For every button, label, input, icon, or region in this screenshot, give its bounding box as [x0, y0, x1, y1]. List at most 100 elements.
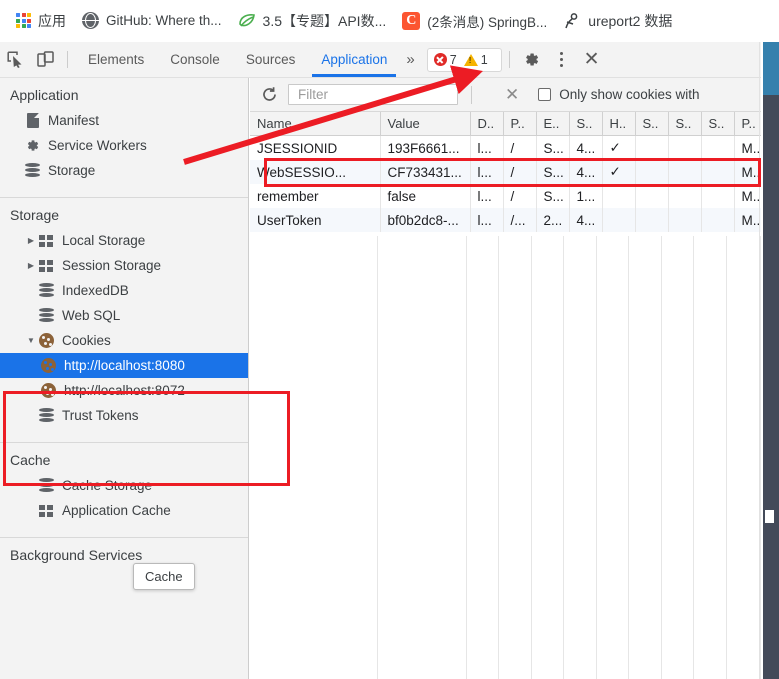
scrollbar-thumb[interactable]: [765, 510, 774, 523]
sidebar-item-label: Local Storage: [62, 233, 146, 248]
cell-httponly[interactable]: ✓: [602, 135, 636, 160]
column-header-httponly[interactable]: H..: [602, 112, 636, 136]
cell-secure[interactable]: [635, 208, 669, 232]
sidebar-item-service-workers[interactable]: Service Workers: [0, 133, 248, 158]
cookie-icon: [40, 357, 57, 374]
cell-name[interactable]: JSESSIONID: [250, 135, 381, 160]
cell-value[interactable]: 193F6661...: [380, 135, 471, 160]
table-row[interactable]: JSESSIONID 193F6661... l... / S... 4... …: [250, 135, 761, 160]
inspect-cursor-icon[interactable]: [0, 46, 30, 74]
warning-count: 1: [480, 52, 488, 67]
sidebar-item-manifest[interactable]: Manifest: [0, 108, 248, 133]
cell-name[interactable]: UserToken: [250, 208, 381, 232]
tab-sources[interactable]: Sources: [233, 42, 309, 77]
cell-expires[interactable]: S...: [536, 135, 570, 160]
twisty-icon[interactable]: ▼: [24, 336, 38, 345]
cell-expires[interactable]: 2...: [536, 208, 570, 232]
cell-path[interactable]: /...: [503, 208, 537, 232]
apps-grid-icon: [16, 13, 31, 28]
annotation-box-cookie-origins: [3, 391, 290, 486]
cell-samesite[interactable]: [668, 184, 702, 208]
cell-priority[interactable]: M..: [734, 184, 761, 208]
sidebar-item-label: IndexedDB: [62, 283, 129, 298]
sidebar-item-label: Session Storage: [62, 258, 162, 273]
column-header-path[interactable]: P..: [503, 112, 537, 136]
tab-console[interactable]: Console: [157, 42, 233, 77]
tab-application[interactable]: Application: [308, 42, 400, 77]
cell-size[interactable]: 4...: [569, 135, 603, 160]
checkbox-box[interactable]: [538, 88, 552, 101]
column-header-domain[interactable]: D..: [470, 112, 504, 136]
sidebar-item-label: Application Cache: [62, 503, 171, 518]
cell-httponly[interactable]: [602, 184, 636, 208]
column-header-value[interactable]: Value: [380, 112, 471, 136]
clear-cookies-icon[interactable]: ✕: [505, 86, 519, 103]
cell-value[interactable]: bf0b2dc8-...: [380, 208, 471, 232]
bookmark-csdn[interactable]: C (2条消息) SpringB...: [394, 7, 555, 35]
cell-samesite[interactable]: [668, 208, 702, 232]
cell-domain[interactable]: l...: [470, 184, 504, 208]
twisty-icon[interactable]: ▶: [24, 236, 38, 245]
twisty-icon[interactable]: ▶: [24, 261, 38, 270]
bookmark-github[interactable]: GitHub: Where th...: [74, 7, 230, 35]
filter-input[interactable]: [296, 86, 457, 103]
sidebar-item-application-cache[interactable]: Application Cache: [0, 498, 248, 523]
column-header-priority[interactable]: P..: [734, 112, 761, 136]
kebab-menu-icon[interactable]: [547, 46, 577, 74]
chevron-double-right-icon[interactable]: »: [400, 42, 420, 77]
sidebar-item-cookie-origin-8080[interactable]: http://localhost:8080: [0, 353, 248, 378]
sidebar-item-local-storage[interactable]: ▶ Local Storage: [0, 228, 248, 253]
database-icon: [38, 307, 55, 324]
cell-value[interactable]: false: [380, 184, 471, 208]
application-sidebar[interactable]: Application Manifest Service Workers Sto…: [0, 78, 249, 679]
cell-priority[interactable]: M..: [734, 208, 761, 232]
bookmark-ureport2[interactable]: ureport2 数据: [555, 7, 680, 35]
column-header-sameparty[interactable]: S..: [701, 112, 735, 136]
cell-sameparty[interactable]: [701, 135, 735, 160]
table-row[interactable]: UserToken bf0b2dc8-... l... /... 2... 4.…: [250, 208, 761, 232]
cell-sameparty[interactable]: [701, 184, 735, 208]
cell-path[interactable]: /: [503, 184, 537, 208]
sidebar-item-indexeddb[interactable]: IndexedDB: [0, 278, 248, 303]
cell-size[interactable]: 1...: [569, 184, 603, 208]
csdn-icon: C: [402, 11, 421, 30]
cell-secure[interactable]: [635, 135, 669, 160]
column-header-size[interactable]: S..: [569, 112, 603, 136]
bookmark-apps[interactable]: 应用: [8, 7, 74, 35]
cell-priority[interactable]: M..: [734, 135, 761, 160]
only-show-cookies-checkbox[interactable]: Only show cookies with: [538, 87, 700, 102]
sidebar-item-web-sql[interactable]: Web SQL: [0, 303, 248, 328]
cell-samesite[interactable]: [668, 135, 702, 160]
column-header-name[interactable]: Name: [250, 112, 381, 136]
bookmark-label: (2条消息) SpringB...: [427, 14, 548, 30]
sidebar-item-cookies[interactable]: ▼ Cookies: [0, 328, 248, 353]
refresh-icon[interactable]: [256, 82, 282, 108]
bookmark-label: 应用: [38, 12, 66, 29]
issues-counter[interactable]: 7 1: [426, 47, 502, 72]
sidebar-item-session-storage[interactable]: ▶ Session Storage: [0, 253, 248, 278]
cell-secure[interactable]: [635, 184, 669, 208]
close-icon[interactable]: ✕: [577, 46, 607, 74]
cell-path[interactable]: /: [503, 135, 537, 160]
gear-icon[interactable]: [517, 46, 547, 74]
cell-size[interactable]: 4...: [569, 208, 603, 232]
cell-domain[interactable]: l...: [470, 135, 504, 160]
sidebar-item-storage[interactable]: Storage: [0, 158, 248, 183]
sidebar-section-title: Storage: [10, 207, 60, 223]
window-right-rail[interactable]: [761, 42, 779, 679]
bookmarks-bar: 应用 GitHub: Where th... 3.5【专题】API数... C …: [0, 0, 779, 42]
table-row[interactable]: remember false l... / S... 1... M..: [250, 184, 761, 208]
cell-expires[interactable]: S...: [536, 184, 570, 208]
scrollbar-track[interactable]: [763, 95, 779, 679]
column-header-secure[interactable]: S..: [635, 112, 669, 136]
cell-domain[interactable]: l...: [470, 208, 504, 232]
filter-input-wrap[interactable]: [288, 84, 458, 105]
cell-httponly[interactable]: [602, 208, 636, 232]
bookmark-api[interactable]: 3.5【专题】API数...: [230, 7, 395, 35]
device-toolbar-icon[interactable]: [30, 46, 60, 74]
column-header-samesite[interactable]: S..: [668, 112, 702, 136]
cell-sameparty[interactable]: [701, 208, 735, 232]
column-header-expires[interactable]: E..: [536, 112, 570, 136]
cell-name[interactable]: remember: [250, 184, 381, 208]
tab-elements[interactable]: Elements: [75, 42, 157, 77]
